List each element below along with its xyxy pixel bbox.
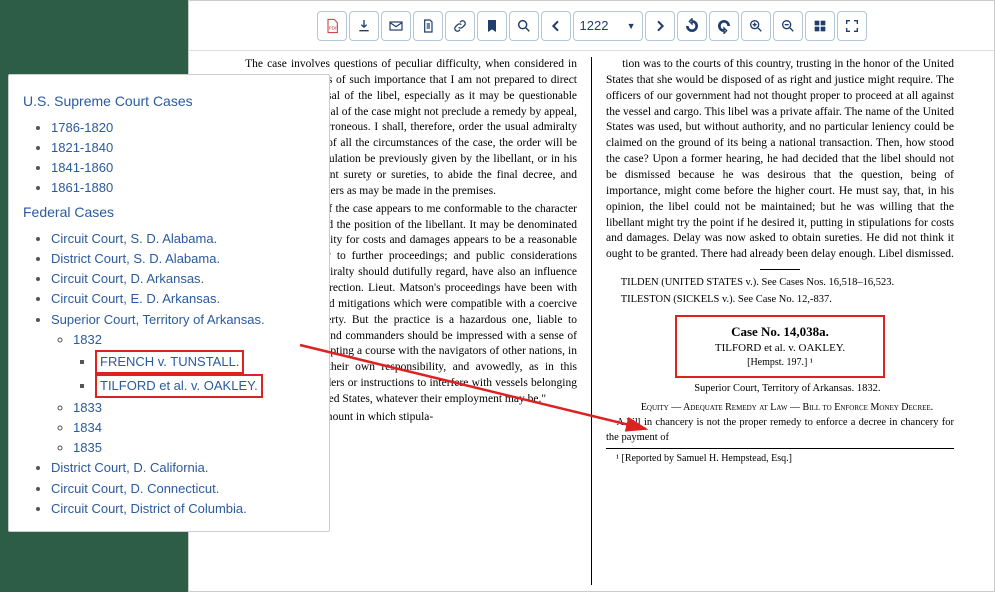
- bookmark-icon[interactable]: [477, 11, 507, 41]
- zoom-out-icon[interactable]: [773, 11, 803, 41]
- rotate-left-icon[interactable]: [677, 11, 707, 41]
- next-page-icon[interactable]: [645, 11, 675, 41]
- link-icon[interactable]: [445, 11, 475, 41]
- grid-view-icon[interactable]: [805, 11, 835, 41]
- case-tilford-link[interactable]: TILFORD et al. v. OAKLEY.: [100, 378, 258, 393]
- court-link[interactable]: Superior Court, Territory of Arkansas.: [51, 312, 265, 327]
- navigation-panel: U.S. Supreme Court Cases 1786-1820 1821-…: [8, 74, 330, 532]
- list-item: Circuit Court, E. D. Arkansas.: [51, 289, 315, 309]
- headnote-text: A bill in chancery is not the proper rem…: [606, 416, 954, 445]
- list-item: Circuit Court, D. Connecticut.: [51, 479, 315, 499]
- prev-page-icon[interactable]: [541, 11, 571, 41]
- document-icon[interactable]: [413, 11, 443, 41]
- court-link[interactable]: Circuit Court, E. D. Arkansas.: [51, 291, 220, 306]
- case-reference: TILESTON (SICKELS v.). See Case No. 12,-…: [606, 293, 954, 307]
- rotate-right-icon[interactable]: [709, 11, 739, 41]
- case-title: TILFORD et al. v. OAKLEY.: [691, 341, 869, 356]
- right-column: tion was to the courts of this country, …: [596, 57, 964, 585]
- rule: [760, 269, 800, 270]
- year-link[interactable]: 1833: [73, 400, 102, 415]
- year-link[interactable]: 1841-1860: [51, 160, 113, 175]
- list-item: District Court, S. D. Alabama.: [51, 249, 315, 269]
- list-item: FRENCH v. TUNSTALL.: [95, 350, 315, 374]
- case-french-link[interactable]: FRENCH v. TUNSTALL.: [100, 354, 239, 369]
- footnote: ¹ [Reported by Samuel H. Hempstead, Esq.…: [606, 452, 954, 466]
- year-link[interactable]: 1786-1820: [51, 120, 113, 135]
- list-item: Superior Court, Territory of Arkansas. 1…: [51, 310, 315, 459]
- federal-cases-list: Circuit Court, S. D. Alabama. District C…: [23, 229, 315, 519]
- case-number: Case No. 14,038a.: [691, 323, 869, 341]
- court-link[interactable]: District Court, D. California.: [51, 460, 208, 475]
- search-icon[interactable]: [509, 11, 539, 41]
- list-item: 1833: [73, 398, 315, 418]
- court-link[interactable]: Circuit Court, S. D. Alabama.: [51, 231, 217, 246]
- court-link[interactable]: Circuit Court, D. Connecticut.: [51, 481, 219, 496]
- list-item: District Court, D. California.: [51, 458, 315, 478]
- list-item: Circuit Court, S. D. Alabama.: [51, 229, 315, 249]
- page-selector[interactable]: 1222 ▼: [573, 11, 643, 41]
- list-item: 1832 FRENCH v. TUNSTALL. TILFORD et al. …: [73, 330, 315, 398]
- column-divider: [591, 57, 592, 585]
- footnote-rule: [606, 448, 954, 449]
- court-link[interactable]: Circuit Court, District of Columbia.: [51, 501, 247, 516]
- year-link[interactable]: 1821-1840: [51, 140, 113, 155]
- court-link[interactable]: District Court, S. D. Alabama.: [51, 251, 220, 266]
- case-highlight-box: Case No. 14,038a. TILFORD et al. v. OAKL…: [675, 315, 885, 378]
- list-item: Circuit Court, District of Columbia.: [51, 499, 315, 519]
- paragraph: tion was to the courts of this country, …: [606, 57, 954, 263]
- nav-heading-federal: Federal Cases: [23, 202, 315, 224]
- nav-heading-supreme: U.S. Supreme Court Cases: [23, 91, 315, 113]
- chevron-down-icon: ▼: [627, 21, 636, 31]
- list-item: Circuit Court, D. Arkansas.: [51, 269, 315, 289]
- list-item: TILFORD et al. v. OAKLEY.: [95, 374, 315, 398]
- svg-text:PDF: PDF: [328, 25, 337, 30]
- toolbar: PDF 1222 ▼: [189, 1, 994, 51]
- case-reporter: [Hempst. 197.] ¹: [691, 356, 869, 370]
- fullscreen-icon[interactable]: [837, 11, 867, 41]
- court-line: Superior Court, Territory of Arkansas. 1…: [606, 382, 954, 396]
- page-number: 1222: [580, 18, 609, 33]
- list-item: 1835: [73, 438, 315, 458]
- case-reference: TILDEN (UNITED STATES v.). See Cases Nos…: [606, 276, 954, 290]
- court-link[interactable]: Circuit Court, D. Arkansas.: [51, 271, 204, 286]
- year-link[interactable]: 1835: [73, 440, 102, 455]
- list-item: 1834: [73, 418, 315, 438]
- zoom-in-icon[interactable]: [741, 11, 771, 41]
- headnote-topic: Equity — Adequate Remedy at Law — Bill t…: [606, 401, 954, 415]
- supreme-court-list: 1786-1820 1821-1840 1841-1860 1861-1880: [23, 118, 315, 199]
- year-1832-link[interactable]: 1832: [73, 332, 102, 347]
- list-item: 1841-1860: [51, 158, 315, 178]
- download-icon[interactable]: [349, 11, 379, 41]
- year-link[interactable]: 1834: [73, 420, 102, 435]
- pdf-icon[interactable]: PDF: [317, 11, 347, 41]
- list-item: 1821-1840: [51, 138, 315, 158]
- email-icon[interactable]: [381, 11, 411, 41]
- year-link[interactable]: 1861-1880: [51, 180, 113, 195]
- list-item: 1786-1820: [51, 118, 315, 138]
- list-item: 1861-1880: [51, 178, 315, 198]
